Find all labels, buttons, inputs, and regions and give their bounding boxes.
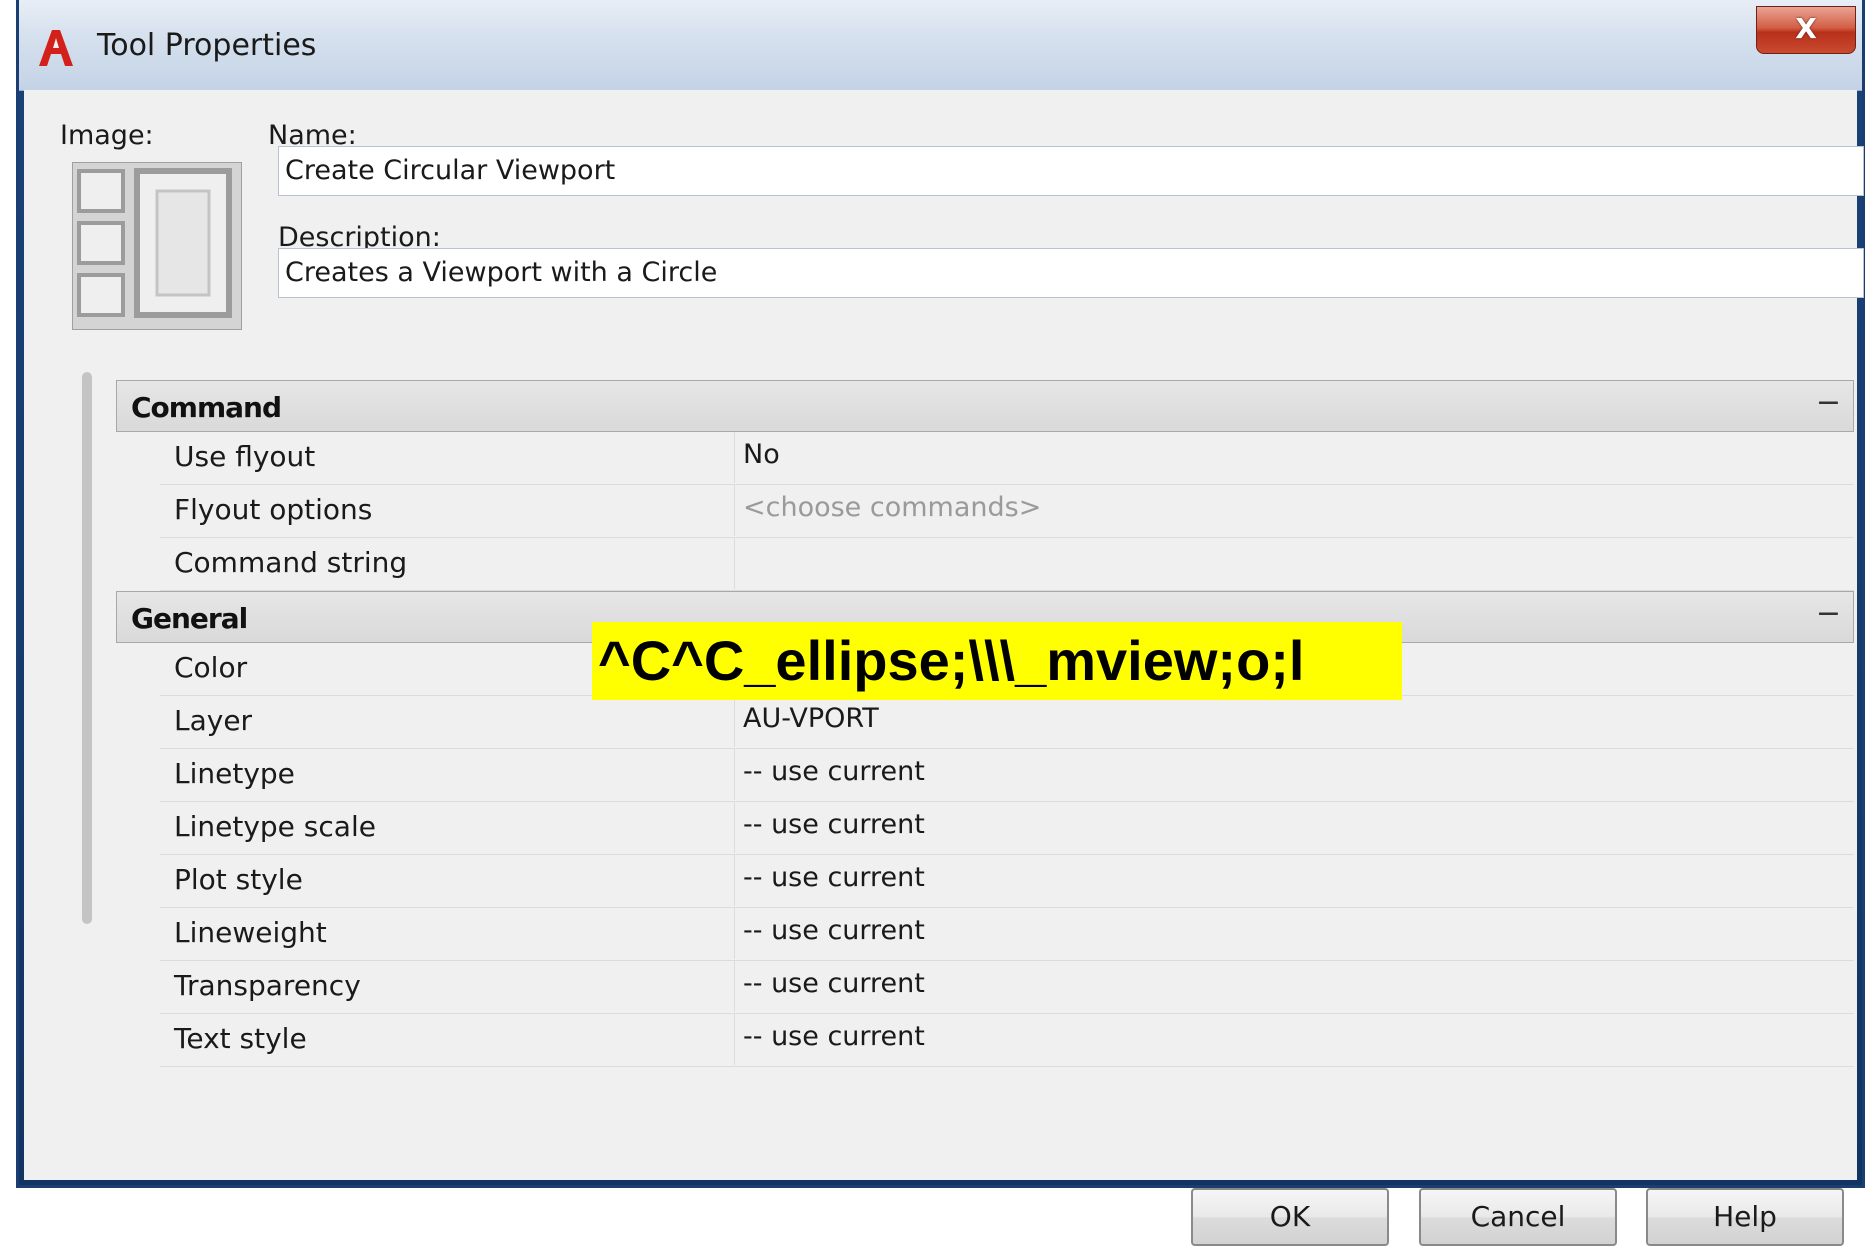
property-row-use-flyout[interactable]: Use flyout No	[160, 432, 1854, 485]
property-value[interactable]: -- use current	[734, 855, 1854, 906]
property-name: Color	[174, 651, 248, 684]
tool-image-preview[interactable]	[72, 162, 242, 330]
collapse-icon[interactable]: −	[1816, 385, 1841, 420]
property-row-command-string[interactable]: Command string	[160, 538, 1854, 591]
close-button[interactable]: X	[1756, 6, 1856, 54]
property-value[interactable]: <choose commands>	[734, 485, 1854, 536]
property-value[interactable]: -- use current	[734, 1014, 1854, 1065]
property-name: Linetype	[174, 757, 295, 790]
property-value[interactable]: -- use current	[734, 961, 1854, 1012]
ok-button[interactable]: OK	[1191, 1188, 1389, 1246]
property-name: Transparency	[174, 969, 361, 1002]
property-name: Lineweight	[174, 916, 327, 949]
property-name: Text style	[174, 1022, 307, 1055]
property-name: Command string	[174, 546, 408, 579]
viewport-layout-icon	[73, 163, 241, 329]
property-row-text-style[interactable]: Text style -- use current	[160, 1014, 1854, 1067]
tool-properties-dialog: Tool Properties X Image: Name: Create Ci…	[16, 0, 1865, 1246]
property-value[interactable]: -- use current	[734, 908, 1854, 959]
property-row-layer[interactable]: Layer AU-VPORT	[160, 696, 1854, 749]
collapse-icon[interactable]: −	[1816, 596, 1841, 631]
image-label: Image:	[60, 120, 154, 151]
help-button[interactable]: Help	[1646, 1188, 1844, 1246]
autocad-app-icon	[39, 30, 73, 66]
category-command[interactable]: Command −	[116, 380, 1854, 432]
property-name: Flyout options	[174, 493, 373, 526]
category-label: General	[131, 602, 248, 635]
property-row-lineweight[interactable]: Lineweight -- use current	[160, 908, 1854, 961]
property-name: Linetype scale	[174, 810, 376, 843]
property-value[interactable]: -- use current	[734, 802, 1854, 853]
property-row-linetype-scale[interactable]: Linetype scale -- use current	[160, 802, 1854, 855]
property-value[interactable]: No	[734, 432, 1854, 483]
category-label: Command	[131, 391, 282, 424]
command-string-highlight: ^C^C_ellipse;\\\_mview;o;l	[592, 622, 1402, 700]
property-row-flyout-options[interactable]: Flyout options <choose commands>	[160, 485, 1854, 538]
name-input[interactable]: Create Circular Viewport	[278, 146, 1864, 196]
dialog-body: Image: Name: Create Circular Viewport De…	[24, 90, 1864, 1246]
property-row-transparency[interactable]: Transparency -- use current	[160, 961, 1854, 1014]
property-scrollbar[interactable]	[82, 372, 92, 924]
property-name: Layer	[174, 704, 253, 737]
property-value[interactable]	[734, 538, 1854, 589]
window-title: Tool Properties	[97, 28, 317, 63]
property-name: Use flyout	[174, 440, 316, 473]
property-value[interactable]: AU-VPORT	[734, 696, 1854, 747]
cancel-button[interactable]: Cancel	[1419, 1188, 1617, 1246]
description-input[interactable]: Creates a Viewport with a Circle	[278, 248, 1864, 298]
property-value[interactable]: -- use current	[734, 749, 1854, 800]
title-bar[interactable]: Tool Properties X	[19, 0, 1862, 91]
property-row-plot-style[interactable]: Plot style -- use current	[160, 855, 1854, 908]
property-row-linetype[interactable]: Linetype -- use current	[160, 749, 1854, 802]
property-name: Plot style	[174, 863, 303, 896]
